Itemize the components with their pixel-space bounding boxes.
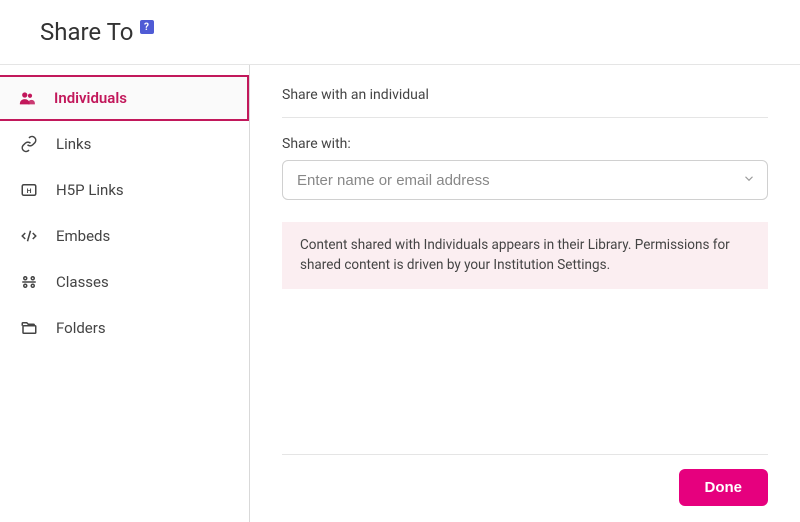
dialog-body: Individuals Links H H5P Links Embeds	[0, 65, 800, 522]
share-with-label: Share with:	[282, 136, 768, 152]
sidebar-item-links[interactable]: Links	[0, 121, 249, 167]
code-icon	[20, 227, 38, 245]
dialog-footer: Done	[282, 469, 768, 506]
sidebar-item-classes[interactable]: Classes	[0, 259, 249, 305]
sidebar-item-label: Embeds	[56, 227, 110, 245]
svg-text:H: H	[27, 188, 32, 195]
done-button[interactable]: Done	[679, 469, 769, 506]
sidebar-item-label: Classes	[56, 273, 109, 291]
footer-divider	[282, 454, 768, 455]
help-icon[interactable]: ?	[140, 20, 154, 34]
folders-icon	[20, 319, 38, 337]
sidebar-item-label: Links	[56, 135, 91, 153]
main-panel: Share with an individual Share with: Con…	[250, 65, 800, 522]
info-message: Content shared with Individuals appears …	[282, 222, 768, 289]
dialog-header: Share To ?	[0, 0, 800, 65]
sidebar-item-label: Folders	[56, 319, 106, 337]
h5p-icon: H	[20, 181, 38, 199]
sidebar-item-embeds[interactable]: Embeds	[0, 213, 249, 259]
sidebar-item-label: H5P Links	[56, 181, 124, 199]
people-icon	[18, 89, 36, 107]
sidebar-item-label: Individuals	[54, 89, 127, 107]
share-dialog: Share To ? Individuals Links H H5P	[0, 0, 800, 522]
sidebar: Individuals Links H H5P Links Embeds	[0, 65, 250, 522]
spacer	[282, 289, 768, 454]
share-with-input[interactable]	[282, 160, 768, 200]
dialog-title: Share To	[40, 18, 134, 46]
section-title: Share with an individual	[282, 87, 768, 118]
sidebar-item-folders[interactable]: Folders	[0, 305, 249, 351]
sidebar-item-h5p-links[interactable]: H H5P Links	[0, 167, 249, 213]
sidebar-item-individuals[interactable]: Individuals	[0, 75, 249, 121]
classes-icon	[20, 273, 38, 291]
share-with-combobox[interactable]	[282, 160, 768, 200]
link-icon	[20, 135, 38, 153]
